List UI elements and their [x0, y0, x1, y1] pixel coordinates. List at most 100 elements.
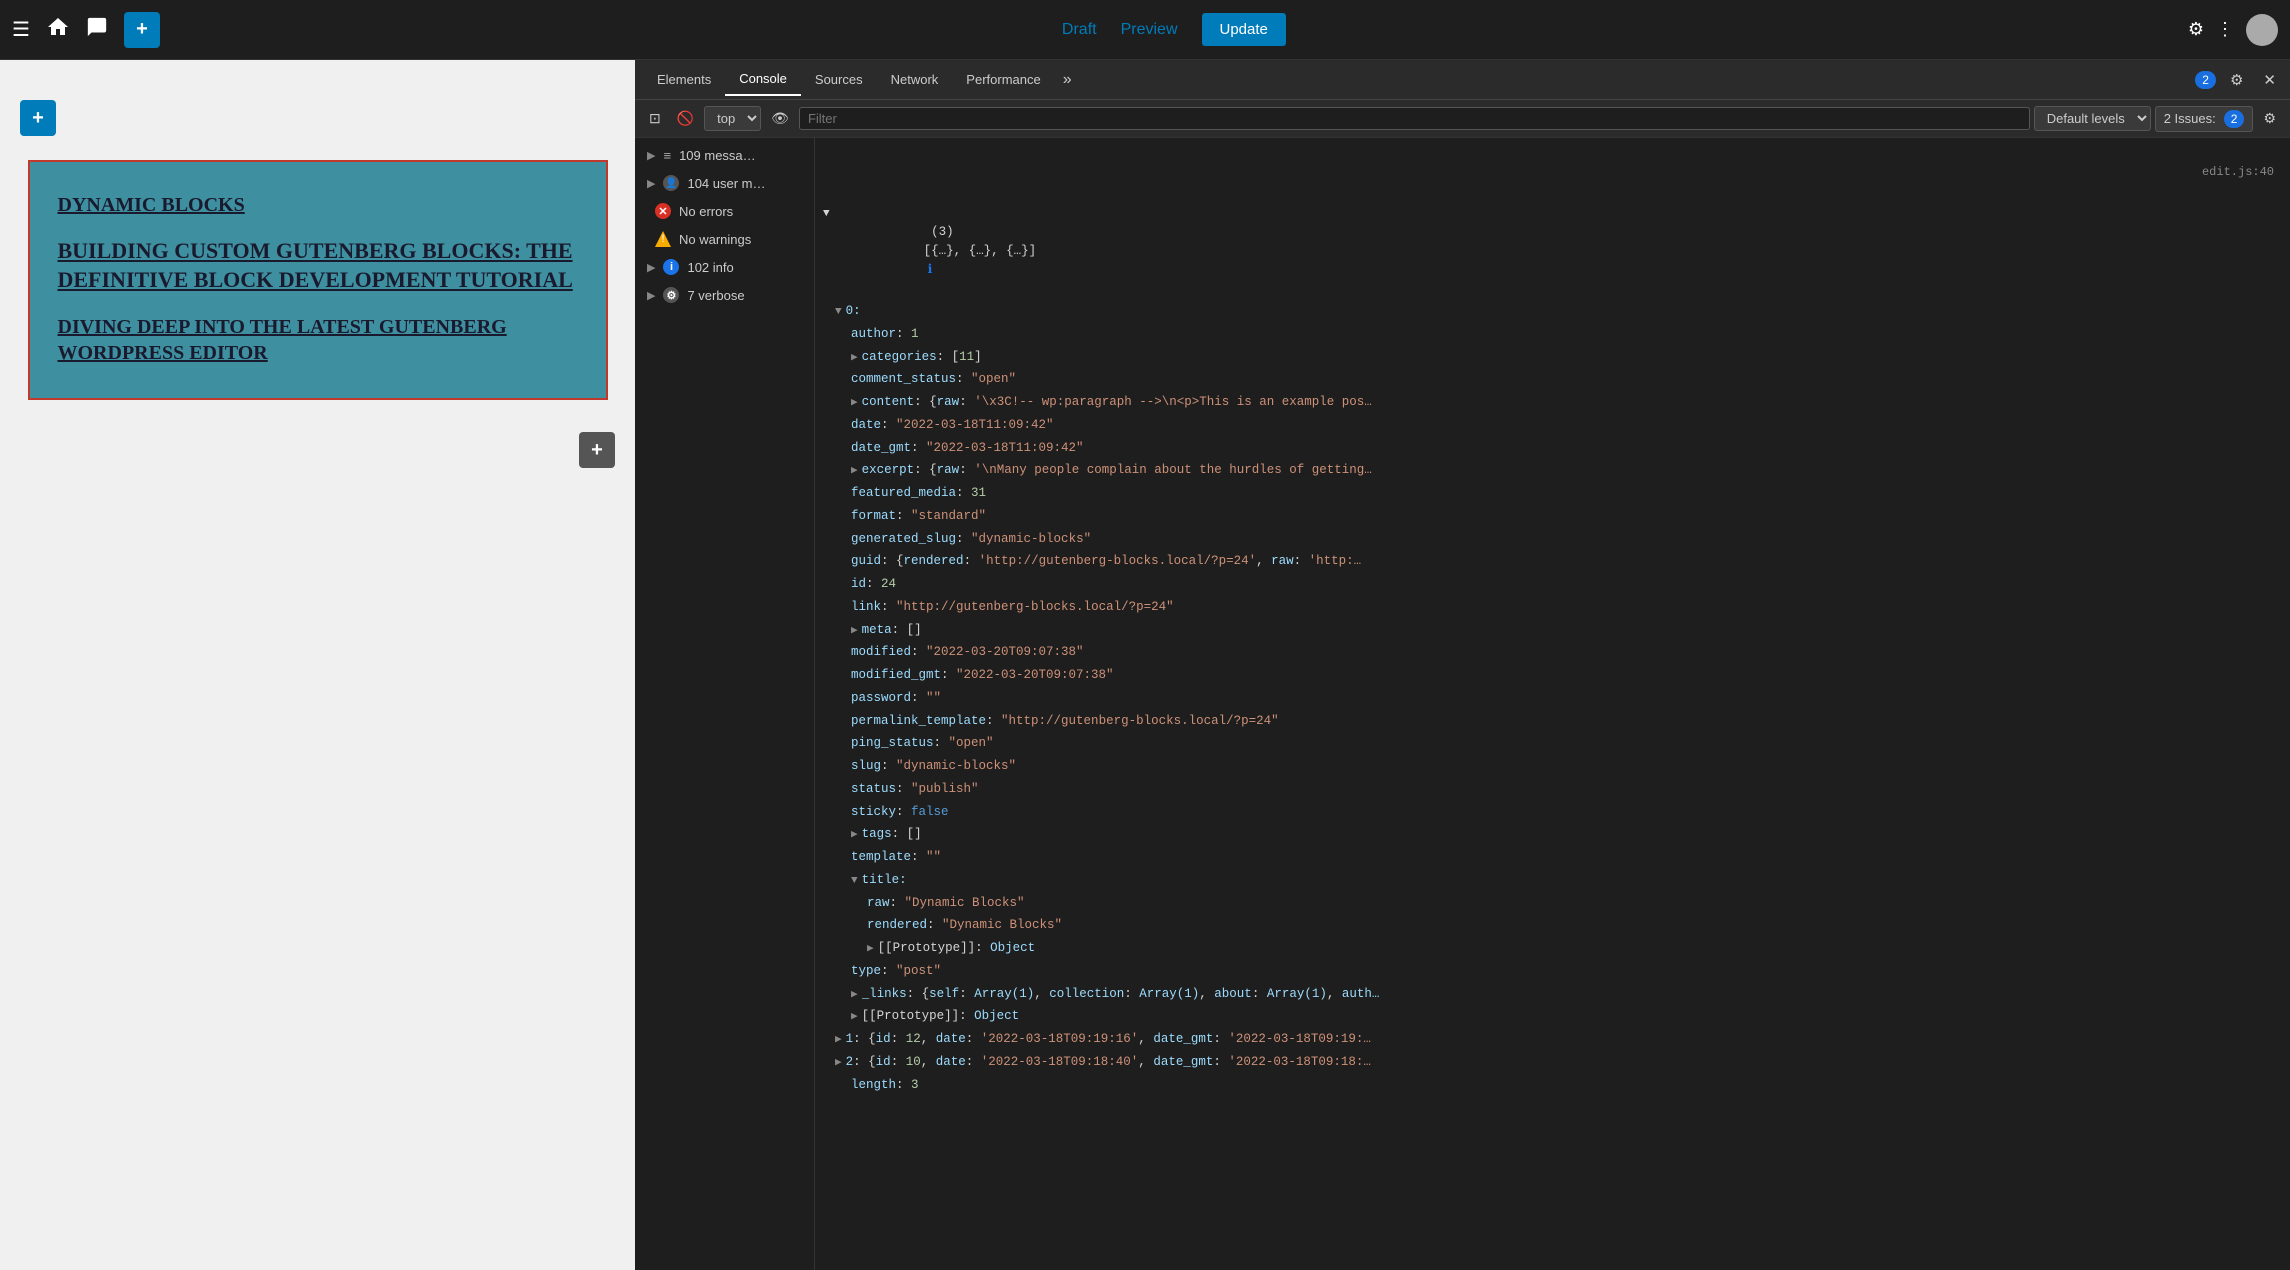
messages-label: 109 messa… — [679, 148, 756, 163]
sidebar-item-messages[interactable]: ▶ ≡ 109 messa… — [635, 142, 814, 169]
devtools-content: ▶ ≡ 109 messa… ▶ 👤 104 user m… ✕ No erro… — [635, 138, 2290, 1270]
tab-sources[interactable]: Sources — [801, 64, 877, 95]
devtools-close-icon[interactable]: ✕ — [2257, 67, 2282, 93]
arrow-icon: ▶ — [647, 177, 655, 190]
issues-count: 2 — [2224, 110, 2245, 128]
tab-network[interactable]: Network — [877, 64, 953, 95]
user-messages-label: 104 user m… — [687, 176, 765, 191]
log-line-modified-gmt: modified_gmt: "2022-03-20T09:07:38" — [815, 664, 2290, 687]
log-line-id: id: 24 — [815, 573, 2290, 596]
issues-badge-header: 2 — [2195, 71, 2216, 89]
log-line-modified: modified: "2022-03-20T09:07:38" — [815, 641, 2290, 664]
expand-0-icon[interactable]: ▼ — [835, 304, 842, 321]
expand-categories-icon[interactable]: ▶ — [851, 350, 858, 367]
log-line-prototype-0[interactable]: ▶ [[Prototype]]: Object — [815, 1005, 2290, 1028]
expand-1-icon[interactable]: ▶ — [835, 1032, 842, 1049]
log-line-date-gmt: date_gmt: "2022-03-18T11:09:42" — [815, 437, 2290, 460]
log-line-status: status: "publish" — [815, 778, 2290, 801]
tab-console[interactable]: Console — [725, 63, 801, 96]
verbose-icon: ⚙ — [663, 287, 679, 303]
log-line-excerpt[interactable]: ▶ excerpt: {raw: '\nMany people complain… — [815, 459, 2290, 482]
more-options-icon[interactable]: ⋮ — [2216, 19, 2234, 40]
arrow-icon: ▶ — [647, 261, 655, 274]
filter-input[interactable] — [799, 107, 2030, 130]
issues-badge-toolbar[interactable]: 2 Issues: 2 — [2155, 106, 2254, 132]
expand-meta-icon[interactable]: ▶ — [851, 623, 858, 640]
info-circle-icon: ℹ — [928, 263, 933, 277]
log-line-author: author: 1 — [815, 323, 2290, 346]
log-line-title-prototype[interactable]: ▶ [[Prototype]]: Object — [815, 937, 2290, 960]
log-line-0[interactable]: ▼ 0: — [815, 300, 2290, 323]
topbar-right: ⚙ ⋮ — [2188, 14, 2278, 46]
hamburger-icon[interactable]: ☰ — [12, 17, 30, 42]
block-body: DIVING DEEP INTO THE LATEST GUTENBERG WO… — [58, 314, 578, 366]
inspect-icon[interactable]: 👁 — [765, 106, 795, 131]
log-line-title[interactable]: ▼ title: — [815, 869, 2290, 892]
log-line-title-rendered: rendered: "Dynamic Blocks" — [815, 914, 2290, 937]
log-line-generated-slug: generated_slug: "dynamic-blocks" — [815, 528, 2290, 551]
add-block-topbar-button[interactable]: + — [124, 12, 160, 48]
console-output: edit.js:40 ▼ (3) [{…}, {…}, {…}] ℹ ▼ 0: — [815, 138, 2290, 1270]
arrow-icon: ▶ — [647, 149, 655, 162]
sidebar-item-no-errors[interactable]: ✕ No errors — [635, 197, 814, 225]
add-block-bottom-button[interactable]: + — [579, 432, 615, 468]
gear-icon[interactable]: ⚙ — [2257, 106, 2282, 131]
update-button[interactable]: Update — [1202, 13, 1286, 46]
editor-area: + DYNAMIC BLOCKS BUILDING CUSTOM GUTENBE… — [0, 60, 635, 1270]
expand-tags-icon[interactable]: ▶ — [851, 827, 858, 844]
sidebar-item-verbose[interactable]: ▶ ⚙ 7 verbose — [635, 281, 814, 309]
add-block-top-button[interactable]: + — [20, 100, 56, 136]
expand-links-icon[interactable]: ▶ — [851, 987, 858, 1004]
log-line-2[interactable]: ▶ 2: {id: 10, date: '2022-03-18T09:18:40… — [815, 1051, 2290, 1074]
log-line-meta[interactable]: ▶ meta: [] — [815, 619, 2290, 642]
tab-elements[interactable]: Elements — [643, 64, 725, 95]
expand-title-icon[interactable]: ▼ — [851, 873, 858, 890]
log-line-comment-status: comment_status: "open" — [815, 368, 2290, 391]
arrow-icon: ▶ — [647, 289, 655, 302]
expand-content-icon[interactable]: ▶ — [851, 395, 858, 412]
log-line-type: type: "post" — [815, 960, 2290, 983]
list-icon: ≡ — [663, 148, 671, 163]
topbar-left: ☰ + — [12, 12, 160, 48]
draft-button[interactable]: Draft — [1062, 21, 1097, 39]
log-line-links[interactable]: ▶ _links: {self: Array(1), collection: A… — [815, 983, 2290, 1006]
log-array-header[interactable]: ▼ (3) [{…}, {…}, {…}] ℹ — [815, 202, 2290, 300]
devtools-tabs: Elements Console Sources Network Perform… — [635, 60, 2290, 100]
sidebar-item-info[interactable]: ▶ i 102 info — [635, 253, 814, 281]
warning-icon: ! — [655, 231, 671, 247]
log-line-password: password: "" — [815, 687, 2290, 710]
home-icon[interactable] — [46, 15, 70, 45]
expand-proto-0-icon[interactable]: ▶ — [851, 1009, 858, 1026]
log-line-tags[interactable]: ▶ tags: [] — [815, 823, 2290, 846]
settings-icon[interactable]: ⚙ — [2188, 19, 2204, 40]
more-tabs-icon[interactable]: » — [1055, 67, 1080, 93]
expand-proto-icon[interactable]: ▶ — [867, 941, 874, 958]
log-line-categories[interactable]: ▶ categories: [11] — [815, 346, 2290, 369]
log-line-1[interactable]: ▶ 1: {id: 12, date: '2022-03-18T09:19:16… — [815, 1028, 2290, 1051]
issues-label: 2 Issues: — [2164, 111, 2216, 126]
no-warnings-label: No warnings — [679, 232, 751, 247]
info-icon: i — [663, 259, 679, 275]
expand-excerpt-icon[interactable]: ▶ — [851, 463, 858, 480]
log-line-content[interactable]: ▶ content: {raw: '\x3C!-- wp:paragraph -… — [815, 391, 2290, 414]
log-line-format: format: "standard" — [815, 505, 2290, 528]
avatar[interactable] — [2246, 14, 2278, 46]
file-ref: edit.js:40 — [2202, 163, 2282, 181]
preview-button[interactable]: Preview — [1121, 21, 1178, 39]
devtools-settings-icon[interactable]: ⚙ — [2224, 67, 2249, 93]
levels-select[interactable]: Default levels — [2034, 106, 2151, 131]
block-title: DYNAMIC BLOCKS — [58, 194, 578, 217]
context-select[interactable]: top — [704, 106, 761, 131]
comment-icon[interactable] — [86, 16, 108, 44]
clear-console-icon[interactable]: ⊡ — [643, 106, 667, 131]
content-block[interactable]: DYNAMIC BLOCKS BUILDING CUSTOM GUTENBERG… — [28, 160, 608, 400]
tab-performance[interactable]: Performance — [952, 64, 1054, 95]
sidebar-item-no-warnings[interactable]: ! No warnings — [635, 225, 814, 253]
sidebar-item-user-messages[interactable]: ▶ 👤 104 user m… — [635, 169, 814, 197]
expand-2-icon[interactable]: ▶ — [835, 1055, 842, 1072]
no-errors-label: No errors — [679, 204, 733, 219]
stop-icon[interactable]: 🚫 — [671, 106, 700, 131]
log-line-guid: guid: {rendered: 'http://gutenberg-block… — [815, 550, 2290, 573]
main-area: + DYNAMIC BLOCKS BUILDING CUSTOM GUTENBE… — [0, 60, 2290, 1270]
expand-arrow[interactable]: ▼ — [823, 206, 830, 223]
